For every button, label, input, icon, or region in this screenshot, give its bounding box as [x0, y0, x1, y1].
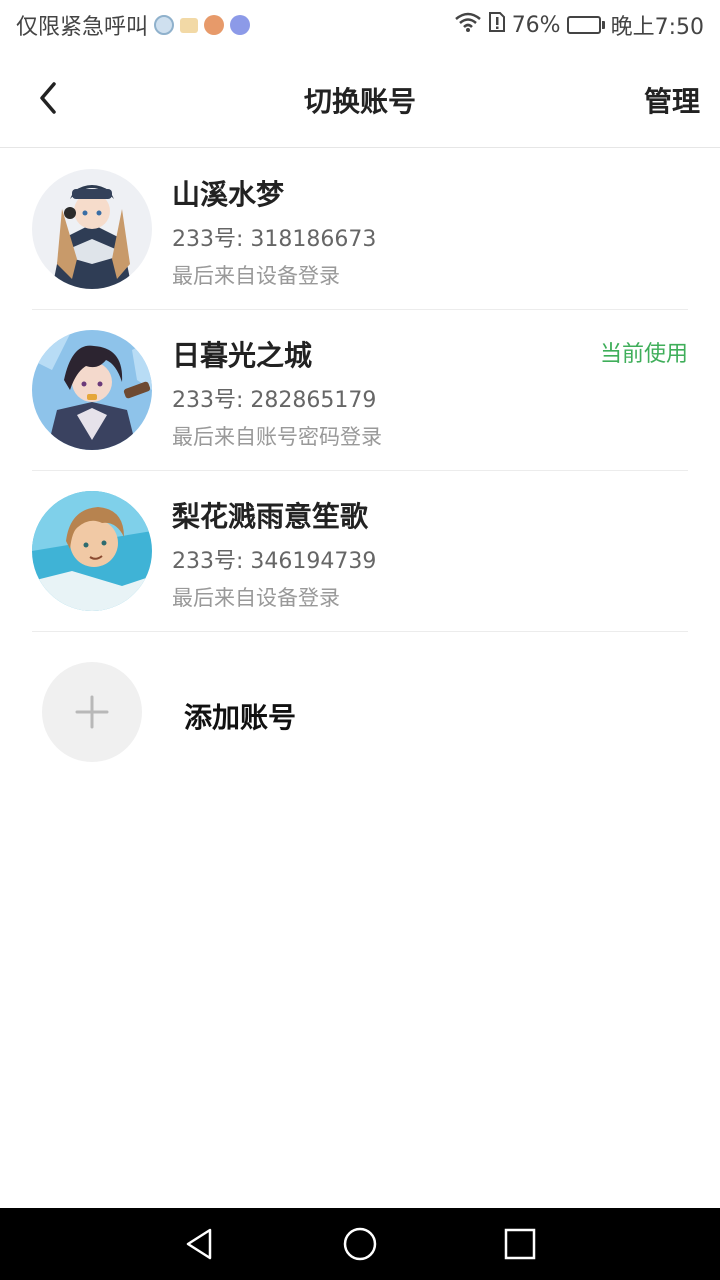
recents-square-icon	[504, 1228, 536, 1260]
nav-recents-button[interactable]	[500, 1224, 540, 1264]
page-title: 切换账号	[303, 85, 416, 118]
nav-back-button[interactable]	[180, 1224, 220, 1264]
nav-home-button[interactable]	[340, 1224, 380, 1264]
header: 切换账号 管理	[0, 50, 720, 148]
add-account-circle	[42, 662, 142, 762]
account-id: 233号: 346194739	[172, 549, 377, 574]
plus-icon	[75, 695, 109, 729]
account-id: 233号: 318186673	[172, 227, 377, 252]
music-icon	[230, 15, 251, 35]
account-id: 233号: 282865179	[172, 388, 377, 413]
carrier-text: 仅限紧急呼叫	[16, 15, 149, 40]
account-name: 日暮光之城	[172, 339, 313, 372]
avatar	[32, 491, 152, 611]
account-name: 山溪水梦	[172, 178, 285, 211]
account-item[interactable]: 梨花溅雨意笙歌 233号: 346194739 最后来自设备登录	[32, 471, 688, 632]
add-account-label: 添加账号	[184, 701, 297, 734]
status-right: 76% 晚上7:50	[454, 9, 704, 41]
account-item[interactable]: 山溪水梦 233号: 318186673 最后来自设备登录	[32, 149, 688, 310]
status-left: 仅限紧急呼叫	[16, 9, 251, 41]
account-name: 梨花溅雨意笙歌	[172, 500, 369, 533]
account-login-method: 最后来自账号密码登录	[172, 425, 382, 449]
wifi-icon	[454, 11, 482, 39]
account-login-method: 最后来自设备登录	[172, 264, 340, 288]
current-account-tag: 当前使用	[599, 342, 688, 367]
add-account-button[interactable]: 添加账号	[32, 662, 688, 762]
folder-icon	[180, 17, 199, 33]
status-bar: 仅限紧急呼叫 76% 晚上7:50	[0, 0, 720, 50]
home-circle-icon	[343, 1227, 377, 1261]
cookie-icon	[204, 15, 225, 35]
account-login-method: 最后来自设备登录	[172, 586, 340, 610]
avatar	[32, 330, 152, 450]
account-list: 山溪水梦 233号: 318186673 最后来自设备登录 日暮光之城 233号…	[0, 149, 720, 632]
clock-time: 晚上7:50	[610, 15, 704, 40]
avatar	[32, 169, 152, 289]
app-notify-icon	[154, 15, 175, 35]
account-item[interactable]: 日暮光之城 233号: 282865179 最后来自账号密码登录 当前使用	[32, 310, 688, 471]
system-nav-bar	[0, 1208, 720, 1280]
battery-percent: 76%	[511, 12, 561, 38]
battery-icon	[566, 16, 605, 34]
back-triangle-icon	[186, 1228, 212, 1260]
manage-button[interactable]: 管理	[644, 80, 700, 120]
alert-sim-icon	[488, 11, 506, 39]
